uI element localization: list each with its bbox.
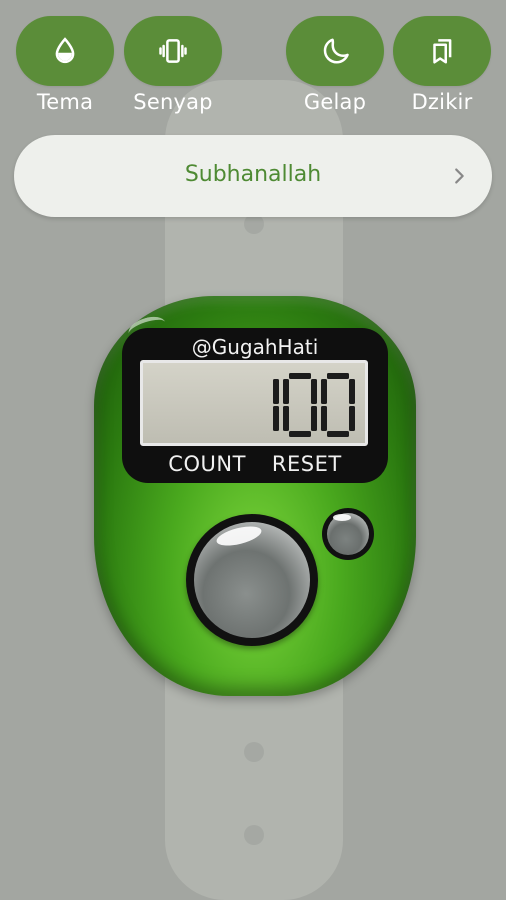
count-digit <box>321 373 355 437</box>
reset-button-shine <box>333 514 351 521</box>
reset-button[interactable] <box>322 508 374 560</box>
count-button[interactable] <box>186 514 318 646</box>
digit-segment <box>327 373 349 379</box>
brand-label: @GugahHati <box>191 335 319 359</box>
theme-label: Tema <box>36 90 94 114</box>
count-caption: COUNT <box>168 452 246 476</box>
dzikir-list-label: Dzikir <box>411 90 473 114</box>
bookmarks-icon <box>433 39 452 64</box>
theme-button[interactable] <box>16 16 114 86</box>
count-digit <box>283 373 317 437</box>
dark-mode-label: Gelap <box>303 90 367 114</box>
digit-segment <box>273 379 279 404</box>
tasbih-screen: Tema Senyap Gelap Dzikir Subhanallah @Gu… <box>0 0 506 900</box>
digit-segment <box>289 431 311 437</box>
digit-segment <box>321 379 327 404</box>
digit-segment <box>349 379 355 404</box>
digit-segment <box>283 406 289 431</box>
dzikir-selector[interactable]: Subhanallah <box>14 135 492 217</box>
digit-segment <box>321 406 327 431</box>
display-frame: @GugahHati COUNT RESET <box>122 328 388 483</box>
silent-button[interactable] <box>124 16 222 86</box>
silent-label: Senyap <box>133 90 213 114</box>
digit-segment <box>283 379 289 404</box>
digit-segment <box>327 431 349 437</box>
chevron-right-icon <box>455 168 464 184</box>
vibrate-icon <box>159 39 187 63</box>
strap-hole <box>244 214 264 234</box>
digit-segment <box>289 373 311 379</box>
tally-counter: @GugahHati COUNT RESET <box>94 296 416 696</box>
lcd-screen <box>140 360 368 446</box>
dzikir-list-button[interactable] <box>393 16 491 86</box>
count-digit <box>273 379 279 431</box>
digit-segment <box>349 406 355 431</box>
digit-segment <box>273 406 279 431</box>
moon-icon <box>323 38 349 64</box>
digit-segment <box>311 406 317 431</box>
digit-segment <box>311 379 317 404</box>
count-display <box>273 373 355 437</box>
reset-caption: RESET <box>271 452 342 476</box>
selected-dzikir-text: Subhanallah <box>184 162 322 187</box>
strap-hole <box>244 742 264 762</box>
strap-hole <box>244 825 264 845</box>
water-drop-icon <box>55 37 75 64</box>
dark-mode-button[interactable] <box>286 16 384 86</box>
